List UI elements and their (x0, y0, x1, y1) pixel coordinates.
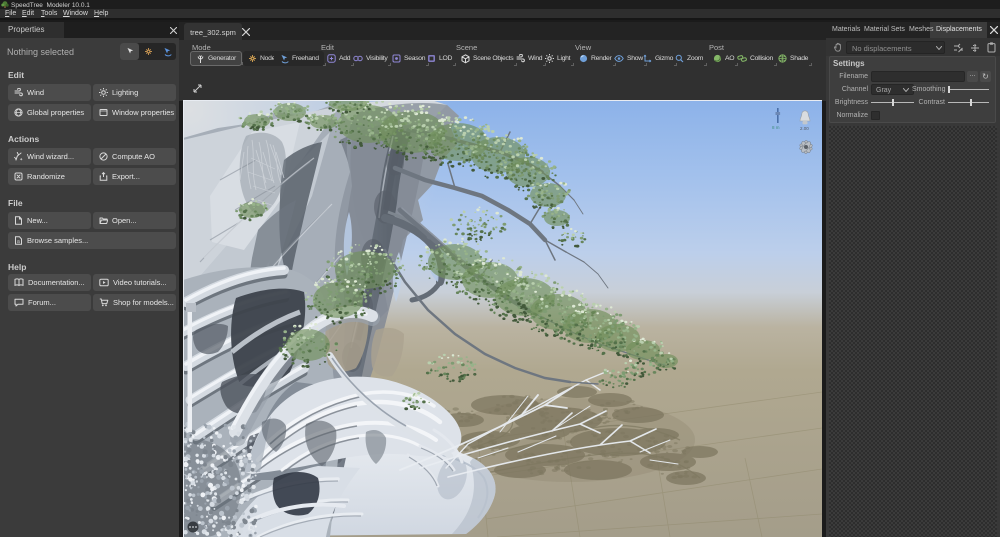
svg-text:8 m: 8 m (772, 125, 780, 130)
svg-text:2.00: 2.00 (800, 126, 809, 131)
svg-text:a: a (17, 239, 20, 245)
